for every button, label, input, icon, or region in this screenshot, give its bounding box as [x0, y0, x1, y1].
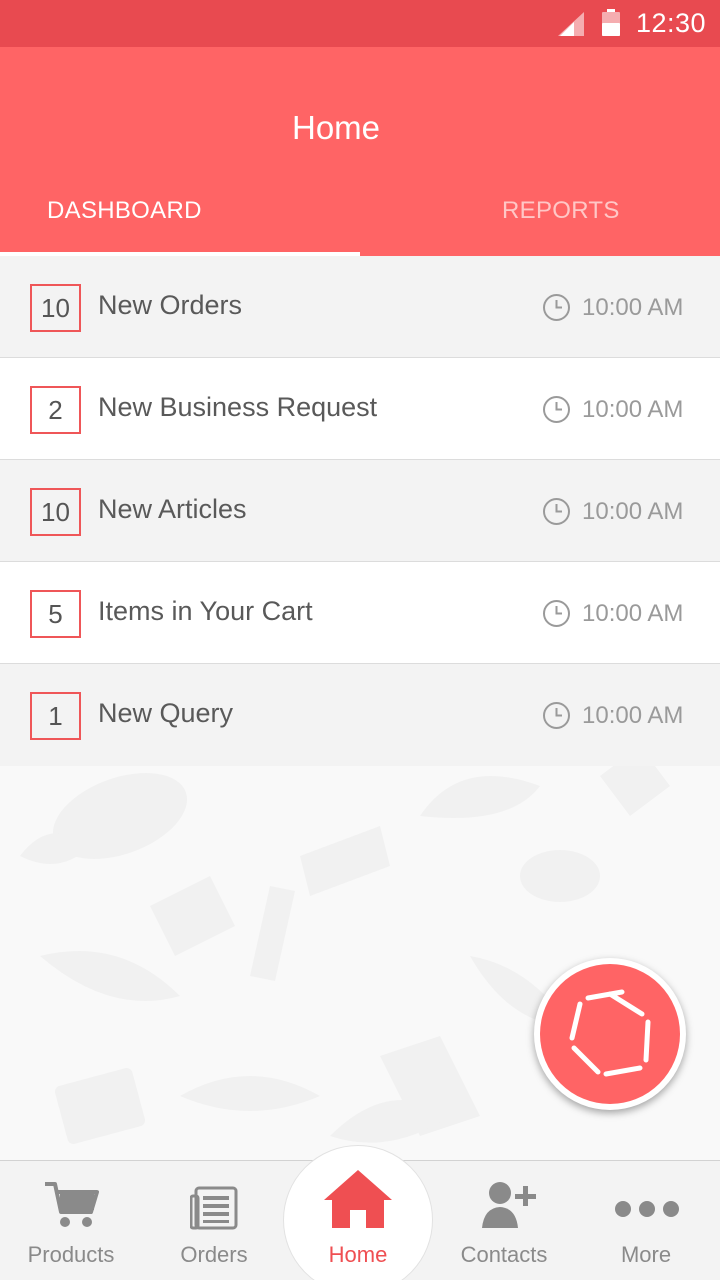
clock-icon [543, 702, 570, 729]
clock-icon [543, 600, 570, 627]
signal-icon [558, 12, 584, 36]
camera-shutter-icon [569, 989, 651, 1077]
clock-icon [543, 294, 570, 321]
count-badge: 1 [30, 692, 81, 740]
status-time: 12:30 [636, 8, 707, 38]
item-time: 10:00 AM [582, 702, 684, 729]
add-contact-icon [482, 1182, 536, 1228]
item-time: 10:00 AM [582, 396, 684, 423]
page-title: Home [291, 109, 381, 146]
item-label: Items in Your Cart [98, 596, 313, 626]
app-bar: Home DASHBOARD REPORTS [0, 47, 720, 256]
orders-list-icon [190, 1186, 238, 1230]
nav-contacts[interactable]: Contacts [434, 1160, 574, 1280]
item-time: 10:00 AM [582, 294, 684, 321]
nav-more[interactable]: More [576, 1160, 716, 1280]
count-badge: 10 [30, 488, 81, 536]
tab-reports[interactable]: REPORTS [502, 197, 620, 225]
nav-home[interactable]: Home [288, 1160, 428, 1280]
list-item[interactable]: 10 New Articles 10:00 AM [0, 460, 720, 562]
list-item[interactable]: 5 Items in Your Cart 10:00 AM [0, 562, 720, 664]
home-icon [324, 1170, 392, 1228]
item-label: New Articles [98, 494, 247, 524]
count-badge: 2 [30, 386, 81, 434]
nav-products[interactable]: Products [1, 1160, 141, 1280]
nav-label: Products [27, 1242, 115, 1267]
count-badge: 10 [30, 284, 81, 332]
item-time: 10:00 AM [582, 498, 684, 525]
nav-label: Contacts [460, 1242, 548, 1267]
nav-label: Home [328, 1242, 388, 1267]
count-badge: 5 [30, 590, 81, 638]
tab-dashboard[interactable]: DASHBOARD [47, 197, 202, 225]
list-item[interactable]: 2 New Business Request 10:00 AM [0, 358, 720, 460]
item-label: New Business Request [98, 392, 378, 422]
fab-body [540, 964, 680, 1104]
clock-icon [543, 498, 570, 525]
battery-icon [602, 9, 620, 36]
nav-orders[interactable]: Orders [144, 1160, 284, 1280]
item-label: New Orders [98, 290, 243, 320]
camera-fab-button[interactable] [534, 958, 686, 1110]
status-bar: 12:30 [0, 0, 720, 47]
dashboard-list: 10 New Orders 10:00 AM 2 New Business Re… [0, 256, 720, 766]
list-item[interactable]: 1 New Query 10:00 AM [0, 664, 720, 766]
nav-label: More [620, 1242, 672, 1267]
item-time: 10:00 AM [582, 600, 684, 627]
list-item[interactable]: 10 New Orders 10:00 AM [0, 256, 720, 358]
item-label: New Query [98, 698, 234, 728]
clock-icon [543, 396, 570, 423]
more-dots-icon [615, 1201, 679, 1217]
nav-label: Orders [180, 1242, 248, 1267]
cart-icon [45, 1182, 99, 1227]
